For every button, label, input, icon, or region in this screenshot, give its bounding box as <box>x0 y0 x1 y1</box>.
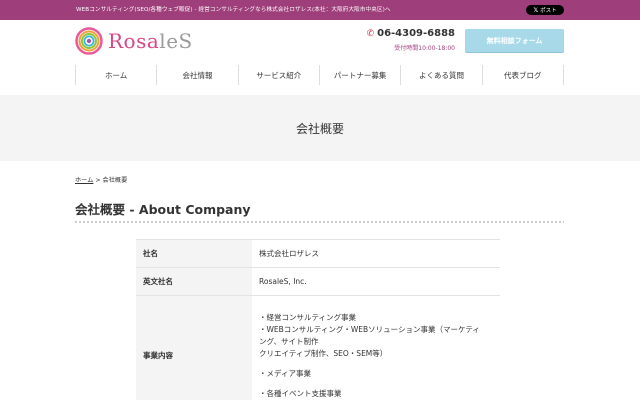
breadcrumb-current: 会社概要 <box>102 177 128 184</box>
nav-item-faq[interactable]: よくある質問 <box>400 65 481 85</box>
x-post-button[interactable]: 𝕏 ポスト <box>526 5 564 15</box>
company-info-table: 社名 株式会社ロザレス 英文社名 RosaleS, Inc. 事業内容 ・経営コ… <box>136 239 500 400</box>
free-consultation-button[interactable]: 無料相談フォーム <box>465 29 564 52</box>
phone-hours: 受付時間10:00-18:00 <box>394 45 455 52</box>
nav-item-partners[interactable]: パートナー募集 <box>318 65 400 85</box>
table-row: 英文社名 RosaleS, Inc. <box>136 267 500 296</box>
row-value-company-name: 株式会社ロザレス <box>252 239 500 268</box>
nav-item-blog[interactable]: 代表ブログ <box>481 65 564 85</box>
row-label-business: 事業内容 <box>136 295 252 400</box>
phone-contact[interactable]: ✆ 06-4309-6888 受付時間10:00-18:00 <box>367 28 460 54</box>
row-label-english-name: 英文社名 <box>136 267 252 296</box>
logo-wordmark: RosaleS <box>108 29 193 53</box>
table-row: 事業内容 ・経営コンサルティング事業 ・WEBコンサルティング・WEBソリューシ… <box>136 295 500 400</box>
business-line: クリエイティブ制作、SEO・SEM等） <box>259 348 388 358</box>
site-logo[interactable]: RosaleS <box>75 26 195 58</box>
breadcrumb: ホーム > 会社概要 <box>75 175 127 184</box>
nav-item-home[interactable]: ホーム <box>75 65 156 85</box>
row-value-business: ・経営コンサルティング事業 ・WEBコンサルティング・WEBソリューション事業（… <box>252 295 500 400</box>
section-title: 会社概要 - About Company <box>75 202 251 217</box>
phone-icon: ✆ <box>366 28 375 39</box>
top-bar: WEBコンサルティング(SEO/各種ウェブ販促) - 経営コンサルティングなら株… <box>0 0 640 20</box>
business-line: ング、サイト制作 <box>259 336 319 346</box>
section-divider <box>75 221 564 223</box>
site-tagline: WEBコンサルティング(SEO/各種ウェブ販促) - 経営コンサルティングなら株… <box>76 7 391 13</box>
business-line: ・各種イベント支援事業 <box>259 388 342 398</box>
nav-item-company[interactable]: 会社情報 <box>156 65 237 85</box>
nav-item-services[interactable]: サービス紹介 <box>237 65 319 85</box>
breadcrumb-separator: > <box>93 177 103 184</box>
page-hero: 会社概要 <box>0 95 640 161</box>
breadcrumb-home-link[interactable]: ホーム <box>75 177 93 184</box>
business-line: ・経営コンサルティング事業 <box>259 312 357 322</box>
phone-number[interactable]: ✆ 06-4309-6888 <box>367 28 455 39</box>
row-value-english-name: RosaleS, Inc. <box>252 267 500 296</box>
table-row: 社名 株式会社ロザレス <box>136 239 500 268</box>
global-nav: ホーム 会社情報 サービス紹介 パートナー募集 よくある質問 代表ブログ <box>75 65 564 85</box>
business-line: ・WEBコンサルティング・WEBソリューション事業（マーケティ <box>259 324 480 334</box>
x-logo-icon: 𝕏 <box>533 6 539 14</box>
x-post-label: ポスト <box>540 8 557 14</box>
page-title: 会社概要 <box>295 121 344 136</box>
rose-logo-icon <box>75 27 103 55</box>
row-label-company-name: 社名 <box>136 239 252 268</box>
business-line: ・メディア事業 <box>259 368 311 378</box>
